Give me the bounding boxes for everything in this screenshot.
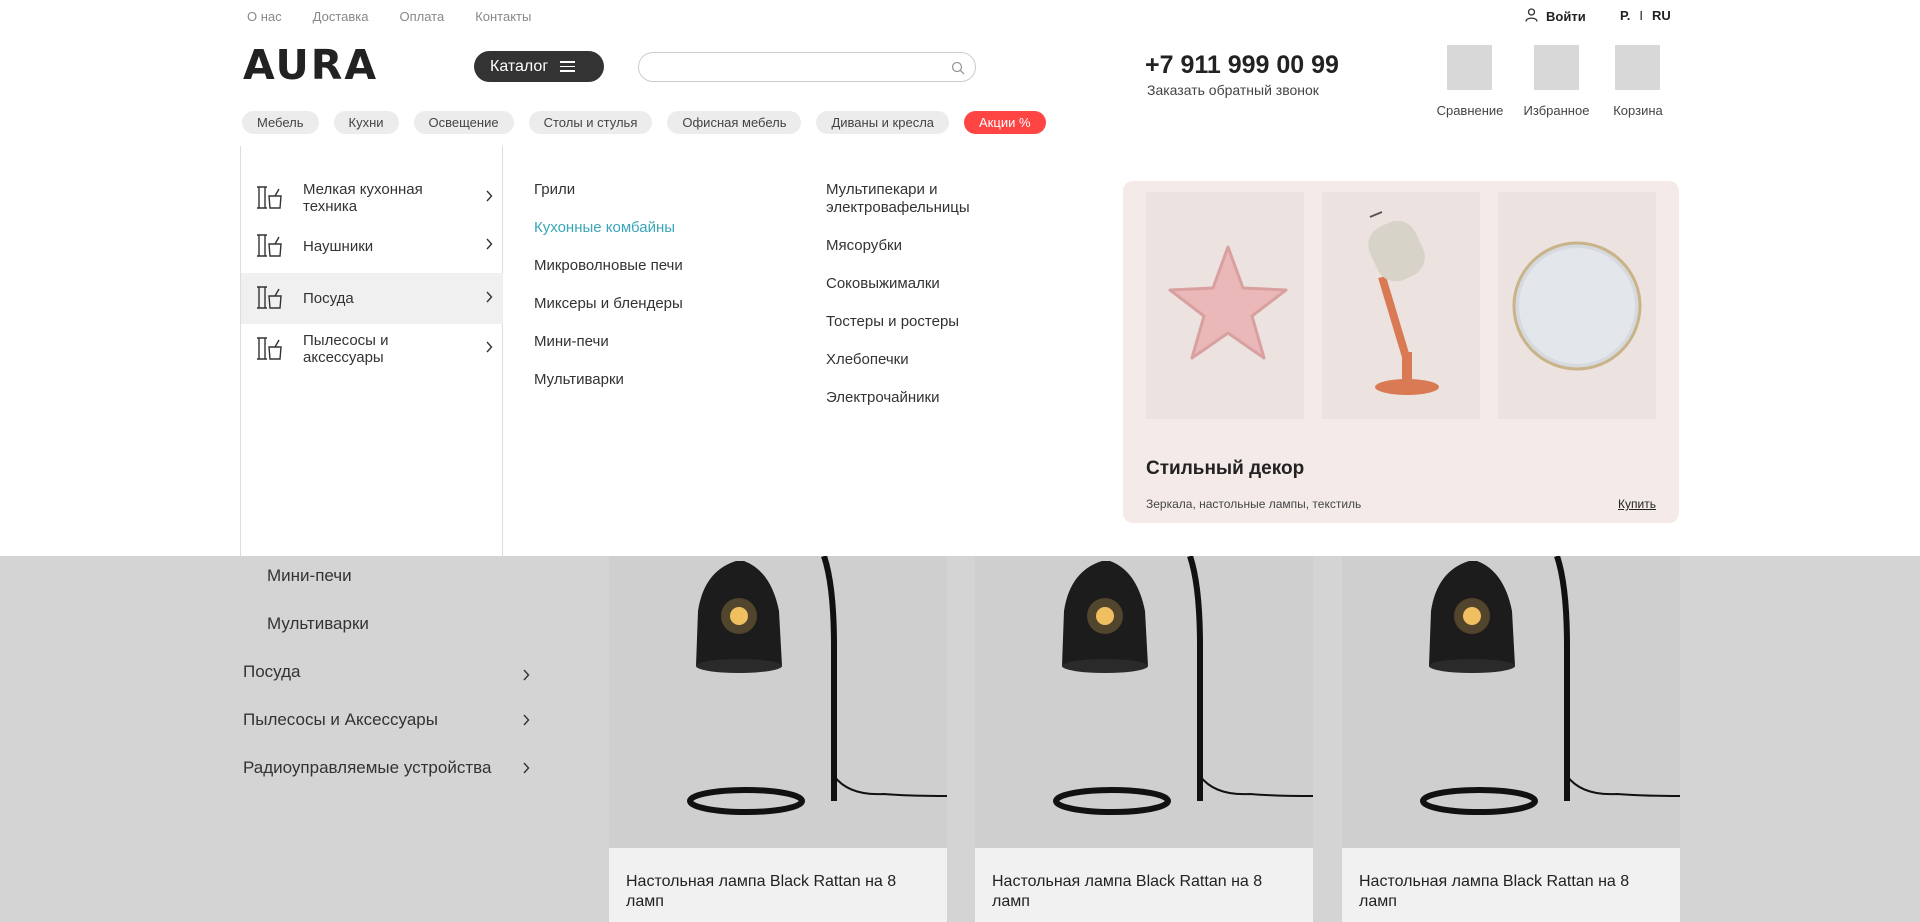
sublink-mini-ovens[interactable]: Мини-печи	[534, 333, 609, 351]
top-link-contacts[interactable]: Контакты	[475, 9, 531, 24]
login-label: Войти	[1546, 9, 1586, 24]
currency-language-switch: Р. I RU	[1620, 8, 1671, 23]
cart-label[interactable]: Корзина	[1607, 103, 1669, 118]
sublink-juicers[interactable]: Соковыжималки	[826, 275, 940, 293]
appliance-icon	[255, 183, 283, 214]
product-card[interactable]: Настольная лампа Black Rattan на 8 ламп	[1342, 556, 1680, 922]
chevron-right-icon	[485, 189, 493, 207]
promo-image-desk-lamp[interactable]	[1322, 192, 1480, 419]
callback-link[interactable]: Заказать обратный звонок	[1147, 82, 1319, 98]
pill-sofas-armchairs[interactable]: Диваны и кресла	[816, 111, 950, 134]
pill-tables-chairs[interactable]: Столы и стулья	[528, 111, 653, 134]
language-switch[interactable]: RU	[1652, 8, 1671, 23]
category-label: Наушники	[303, 237, 374, 255]
pill-office-furniture[interactable]: Офисная мебель	[667, 111, 802, 134]
category-dishes[interactable]: Посуда	[241, 273, 503, 324]
promo-buy-link[interactable]: Купить	[1618, 497, 1656, 511]
product-image[interactable]	[975, 556, 1313, 848]
compare-icon[interactable]	[1447, 45, 1492, 90]
top-bar: О нас Доставка Оплата Контакты Войти Р. …	[0, 0, 1920, 34]
pill-furniture[interactable]: Мебель	[242, 111, 319, 134]
sublink-multicookers[interactable]: Мультиварки	[534, 371, 624, 389]
currency-switch[interactable]: Р.	[1620, 8, 1630, 23]
product-name[interactable]: Настольная лампа Black Rattan на 8 ламп	[1359, 872, 1669, 912]
chevron-right-icon	[485, 237, 493, 255]
chevron-right-icon[interactable]	[522, 761, 530, 779]
top-link-payment[interactable]: Оплата	[399, 9, 444, 24]
appliance-icon	[255, 231, 283, 262]
favorites-label[interactable]: Избранное	[1518, 103, 1595, 118]
sublink-bread-makers[interactable]: Хлебопечки	[826, 351, 909, 369]
chevron-right-icon[interactable]	[522, 668, 530, 686]
promo-image-round-mirror[interactable]	[1498, 192, 1656, 419]
promo-image-star-pillow[interactable]	[1146, 192, 1304, 419]
sublink-microwaves[interactable]: Микроволновые печи	[534, 257, 683, 275]
bg-subcategory-multicookers[interactable]: Мультиварки	[267, 614, 369, 634]
product-name[interactable]: Настольная лампа Black Rattan на 8 ламп	[992, 872, 1302, 912]
sublink-multibakers[interactable]: Мультипекари и электровафельницы	[826, 181, 1006, 217]
sublink-kettles[interactable]: Электрочайники	[826, 389, 939, 407]
product-name[interactable]: Настольная лампа Black Rattan на 8 ламп	[626, 872, 936, 912]
login-button[interactable]: Войти	[1525, 8, 1586, 25]
phone-number[interactable]: +7 911 999 00 99	[1145, 51, 1339, 80]
bg-category-label: Радиоуправляемые устройства	[243, 758, 492, 777]
switch-separator: I	[1639, 8, 1643, 23]
pill-lighting[interactable]: Освещение	[413, 111, 514, 134]
category-headphones[interactable]: Наушники	[241, 225, 503, 267]
search-input[interactable]	[653, 53, 943, 81]
sublink-food-processors[interactable]: Кухонные комбайны	[534, 219, 675, 237]
sublink-meat-grinders[interactable]: Мясорубки	[826, 237, 902, 255]
chevron-right-icon	[485, 340, 493, 358]
catalog-label: Каталог	[490, 57, 549, 75]
appliance-icon	[255, 334, 283, 365]
bg-subcategory-mini-ovens[interactable]: Мини-печи	[267, 566, 352, 586]
top-link-delivery[interactable]: Доставка	[313, 9, 369, 24]
bg-category-vacuums[interactable]: Пылесосы и Аксессуары	[243, 710, 438, 730]
promo-title: Стильный декор	[1146, 458, 1305, 479]
promo-description: Зеркала, настольные лампы, текстиль	[1146, 497, 1362, 511]
bg-category-label: Посуда	[243, 662, 301, 681]
sublink-toasters[interactable]: Тостеры и ростеры	[826, 313, 959, 331]
appliance-icon	[255, 283, 283, 314]
pill-kitchens[interactable]: Кухни	[333, 111, 399, 134]
catalog-button[interactable]: Каталог	[474, 51, 604, 82]
menu-icon	[560, 61, 576, 72]
top-links: О нас Доставка Оплата Контакты	[247, 9, 531, 24]
chevron-right-icon[interactable]	[522, 713, 530, 731]
category-label: Пылесосы и аксессуары	[303, 332, 389, 366]
category-pills: Мебель Кухни Освещение Столы и стулья Оф…	[242, 111, 1046, 134]
product-card[interactable]: Настольная лампа Black Rattan на 8 ламп	[975, 556, 1313, 922]
user-icon	[1525, 8, 1538, 25]
bg-category-label: Пылесосы и Аксессуары	[243, 710, 438, 729]
favorites-icon[interactable]	[1534, 45, 1579, 90]
category-label: Посуда	[303, 290, 354, 307]
bg-category-rc-devices[interactable]: Радиоуправляемые устройства	[243, 758, 491, 778]
search-box	[638, 52, 976, 82]
sublink-mixers-blenders[interactable]: Миксеры и блендеры	[534, 295, 683, 313]
sublink-grills[interactable]: Грили	[534, 181, 575, 199]
logo[interactable]: AURA	[243, 41, 378, 89]
compare-label[interactable]: Сравнение	[1434, 103, 1506, 118]
category-vacuums[interactable]: Пылесосы и аксессуары	[241, 325, 503, 373]
top-link-about[interactable]: О нас	[247, 9, 282, 24]
product-image[interactable]	[1342, 556, 1680, 848]
chevron-right-icon	[485, 290, 493, 308]
promo-banner[interactable]: Стильный декор Зеркала, настольные лампы…	[1123, 181, 1679, 523]
category-small-appliances[interactable]: Мелкая кухонная техника	[241, 176, 503, 220]
product-image[interactable]	[609, 556, 947, 848]
category-label: Мелкая кухонная техника	[303, 181, 423, 215]
search-icon[interactable]	[951, 61, 965, 80]
pill-sale[interactable]: Акции %	[964, 111, 1046, 134]
bg-category-dishes[interactable]: Посуда	[243, 662, 300, 682]
catalog-mega-menu: Мелкая кухонная техника Наушники Посуда …	[0, 146, 1920, 556]
cart-icon[interactable]	[1615, 45, 1660, 90]
product-card[interactable]: Настольная лампа Black Rattan на 8 ламп	[609, 556, 947, 922]
category-sidebar: Мелкая кухонная техника Наушники Посуда …	[240, 146, 503, 556]
